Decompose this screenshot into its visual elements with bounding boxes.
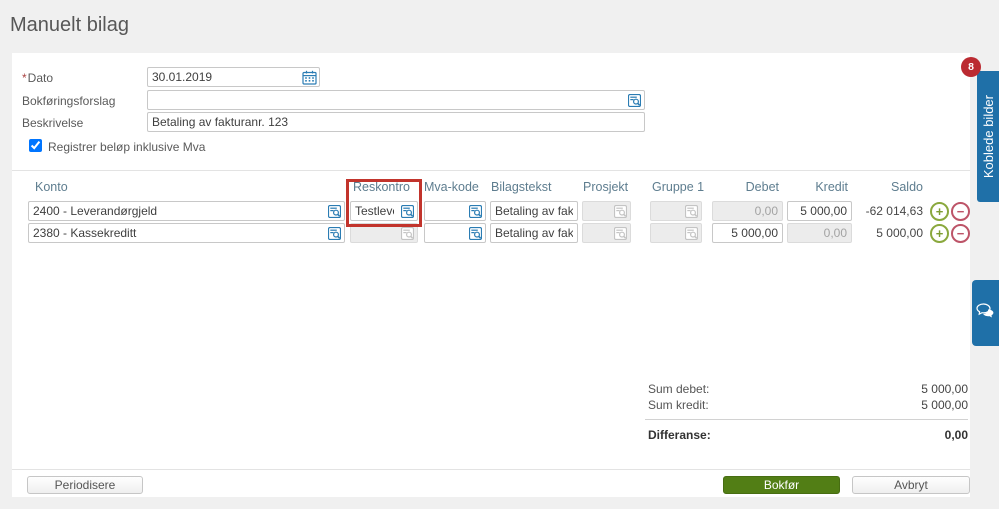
gruppe1-input [651,224,682,242]
koblede-bilder-label: Koblede bilder [980,94,996,179]
bokfor-button[interactable]: Bokfør [723,476,840,494]
lookup-icon [611,202,630,220]
debet-input [713,202,782,220]
add-row-button[interactable]: + [930,224,949,243]
beskrivelse-field [147,112,645,132]
lookup-icon [398,224,417,242]
summary-divider [645,419,968,420]
kredit-field [787,223,852,243]
header-gruppe1: Gruppe 1 [652,180,705,194]
dato-label: *Dato [22,71,54,85]
mvakode-input[interactable] [425,224,466,242]
lookup-icon[interactable] [466,224,485,242]
bokforingsforslag-field [147,90,645,110]
mvakode-input[interactable] [425,202,466,220]
header-debet: Debet [745,180,779,194]
bilagstekst-input[interactable] [491,224,577,242]
header-reskontro: Reskontro [353,180,410,194]
debet-field [712,201,783,221]
saldo-value: 5 000,00 [876,226,923,240]
differanse-value: 0,00 [944,428,968,442]
voucher-panel: *Dato Bokføringsforslag B [12,53,970,497]
chat-bubbles-icon [976,302,995,324]
remove-row-button[interactable]: − [951,224,970,243]
kredit-input[interactable] [788,202,851,220]
remove-row-button[interactable]: − [951,202,970,221]
lookup-icon [611,224,630,242]
bilagstekst-input[interactable] [491,202,577,220]
beskrivelse-label: Beskrivelse [22,116,84,130]
saldo-value: -62 014,63 [865,204,923,218]
sum-kredit-value: 5 000,00 [921,398,968,412]
lookup-icon[interactable] [625,91,644,109]
reskontro-input [351,224,398,242]
mvakode-field [424,223,486,243]
header-bilagstekst: Bilagstekst [491,180,552,194]
mva-inclusive-checkbox[interactable] [29,139,42,152]
page-title: Manuelt bilag [10,14,129,36]
gruppe1-input [651,202,682,220]
manual-voucher-page: Manuelt bilag *Dato Bokføringsforslag [0,0,999,509]
minus-icon: − [956,203,965,219]
mvakode-field [424,201,486,221]
sum-kredit-label: Sum kredit: [648,398,709,412]
header-prosjekt: Prosjekt [583,180,629,194]
add-row-button[interactable]: + [930,202,949,221]
lookup-icon [682,224,701,242]
sum-debet-value: 5 000,00 [921,382,968,396]
mva-inclusive-label: Registrer beløp inklusive Mva [48,140,206,154]
header-konto: Konto [35,180,68,194]
footer-divider [12,469,970,470]
beskrivelse-input[interactable] [148,113,644,131]
kredit-input [788,224,851,242]
reskontro-field [350,201,418,221]
lookup-icon [682,202,701,220]
periodisere-button[interactable]: Periodisere [27,476,143,494]
konto-field [28,201,345,221]
kredit-field [787,201,852,221]
avbryt-button[interactable]: Avbryt [852,476,970,494]
koblede-bilder-tab[interactable]: Koblede bilder [977,71,999,202]
reskontro-field [350,223,418,243]
debet-input[interactable] [713,224,782,242]
plus-icon: + [935,225,944,241]
bilagstekst-field [490,201,578,221]
bokforingsforslag-label: Bokføringsforslag [22,94,116,108]
gruppe1-field [650,201,702,221]
debet-field [712,223,783,243]
lookup-icon[interactable] [466,202,485,220]
konto-input[interactable] [29,202,325,220]
prosjekt-field [582,201,631,221]
plus-icon: + [935,203,944,219]
bilagstekst-field [490,223,578,243]
notification-badge: 8 [961,57,981,77]
minus-icon: − [956,225,965,241]
prosjekt-input [583,202,611,220]
prosjekt-field [582,223,631,243]
chat-tab[interactable] [972,280,999,346]
header-kredit: Kredit [815,180,848,194]
reskontro-input[interactable] [351,202,398,220]
sum-debet-label: Sum debet: [648,382,710,396]
dato-input[interactable] [148,68,300,86]
dato-field [147,67,320,87]
header-saldo: Saldo [891,180,923,194]
prosjekt-input [583,224,611,242]
header-mvakode: Mva-kode [424,180,479,194]
konto-field [28,223,345,243]
lookup-icon[interactable] [325,202,344,220]
required-asterisk: * [22,71,27,85]
konto-input[interactable] [29,224,325,242]
calendar-icon[interactable] [300,68,319,86]
differanse-label: Differanse: [648,428,711,442]
lookup-icon[interactable] [325,224,344,242]
bokforingsforslag-input[interactable] [148,91,625,109]
gruppe1-field [650,223,702,243]
lookup-icon[interactable] [398,202,417,220]
section-divider [12,170,970,171]
